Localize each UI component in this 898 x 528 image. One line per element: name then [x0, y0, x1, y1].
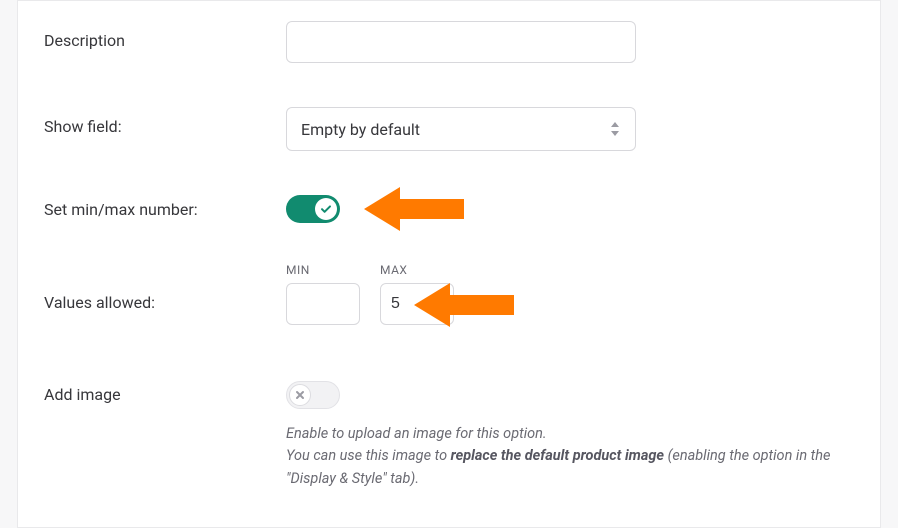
max-box: MAX — [380, 263, 454, 325]
min-input[interactable] — [286, 283, 360, 325]
check-icon — [315, 198, 337, 220]
showfield-label: Show field: — [44, 107, 286, 136]
minmax-label: Set min/max number: — [44, 200, 286, 219]
addimage-help-line2a: You can use this image to — [286, 447, 451, 464]
minmax-toggle[interactable] — [286, 195, 340, 223]
addimage-help-line2b: replace the default product image — [451, 447, 664, 464]
min-box: MIN — [286, 263, 360, 325]
addimage-toggle[interactable] — [286, 381, 340, 409]
max-input[interactable] — [380, 283, 454, 325]
row-addimage: Add image Enable to upload an image for … — [44, 381, 854, 490]
addimage-help: Enable to upload an image for this optio… — [286, 423, 846, 490]
row-minmax-toggle: Set min/max number: — [44, 195, 854, 223]
showfield-value: Empty by default — [301, 120, 420, 139]
annotation-arrow-1 — [364, 181, 464, 237]
description-input[interactable] — [286, 21, 636, 63]
row-description: Description — [44, 21, 854, 63]
close-icon — [289, 384, 311, 406]
row-showfield: Show field: Empty by default — [44, 107, 854, 151]
addimage-label: Add image — [44, 381, 286, 404]
showfield-select[interactable]: Empty by default — [286, 107, 636, 151]
max-caption: MAX — [380, 263, 454, 277]
addimage-help-line1: Enable to upload an image for this optio… — [286, 425, 547, 442]
values-allowed-label: Values allowed: — [44, 263, 286, 312]
description-label: Description — [44, 21, 286, 50]
row-values-allowed: Values allowed: MIN MAX — [44, 263, 854, 325]
min-caption: MIN — [286, 263, 360, 277]
settings-panel: Description Show field: Empty by default… — [17, 0, 881, 528]
